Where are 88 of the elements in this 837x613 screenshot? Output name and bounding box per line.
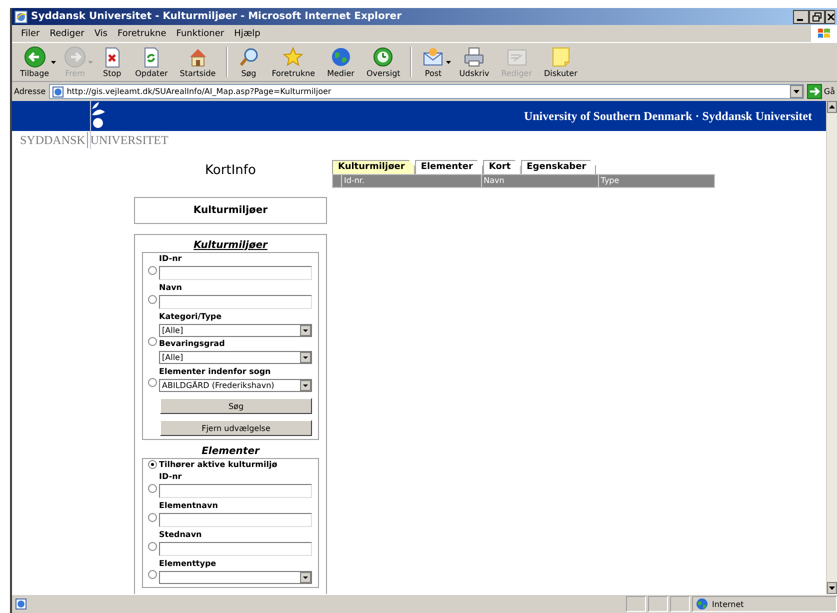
status-pane [670,596,690,612]
field-label: ID-nr [159,254,183,264]
note-icon [550,46,572,68]
radio-button[interactable] [148,266,157,274]
mail-icon [422,46,444,68]
minimize-icon[interactable] [793,10,809,24]
text-field[interactable] [159,266,312,280]
menu-item[interactable]: Foretrukne [112,28,172,38]
toolbar-button[interactable]: Oversigt [360,46,406,78]
field-label: Bevaringsgrad [159,339,226,349]
form-button[interactable]: Søg [160,398,312,414]
globe-icon [330,46,352,68]
menu-item[interactable]: Vis [89,28,112,38]
printer-icon [463,46,486,68]
text-field[interactable] [159,542,312,556]
radio-button[interactable] [148,294,157,304]
menu-item[interactable]: Hjælp [229,28,266,38]
toolbar-button[interactable]: Søg [232,46,266,78]
scroll-down-icon[interactable] [827,582,837,594]
windows-flag-icon [817,27,831,40]
text-field[interactable] [159,295,312,309]
column-header: Id-nr. [341,175,481,187]
star-icon [282,46,304,68]
column-header: Navn [480,175,598,187]
radio-button[interactable] [148,460,157,469]
menu-item[interactable]: Filer [16,28,45,38]
fieldset-legend: Elementer [142,445,319,458]
field-label: Navn [159,283,184,293]
radio-button[interactable] [148,542,157,550]
toolbar-button[interactable]: Udskriv [453,46,496,78]
leaf-logo-icon [91,102,105,128]
toolbar-button[interactable]: Startside [174,46,222,78]
option-label: Tilhører aktive kulturmiljø [159,460,278,469]
radio-button[interactable] [148,336,157,346]
toolbar-button[interactable]: Tilbage [14,46,56,78]
field-label: Kategori/Type [159,312,223,322]
address-label: Adresse [14,87,46,96]
logo-text: UNIVERSITET [90,134,168,146]
form-button[interactable]: Fjern udvælgelse [160,420,312,436]
globe-icon [696,598,708,610]
section-button[interactable]: Kulturmiljøer [134,197,327,224]
field-label: Stednavn [159,530,203,540]
dropdown-field[interactable] [159,571,312,584]
radio-button[interactable] [148,512,157,522]
scroll-up-icon[interactable] [827,101,837,113]
text-field[interactable] [159,484,312,498]
radio-button[interactable] [148,378,157,387]
search-icon [238,46,260,68]
tab[interactable]: Elementer [414,160,483,174]
toolbar-button[interactable]: Diskuter [538,46,584,78]
field-label: ID-nr [159,472,183,482]
page-icon [52,86,64,98]
toolbar-button[interactable]: Post [416,46,450,78]
status-zone: Internet [712,600,744,608]
browser-icon [14,10,28,24]
address-field[interactable]: http://gis.vejleamt.dk/SUArealInfo/AI_Map.asp?Page=Kulturmiljoer [48,84,804,99]
tab[interactable]: Egenskaber [520,160,596,174]
logo-text: SYDDANSK [20,134,86,146]
app-title: KortInfo [205,163,256,178]
toolbar-button[interactable]: Opdater [129,46,174,78]
radio-button[interactable] [148,484,157,492]
vertical-scrollbar[interactable] [826,101,837,594]
dropdown-arrow-icon[interactable] [446,60,452,64]
toolbar-button[interactable]: Foretrukne [266,46,322,78]
fieldset-legend: Kulturmiljøer [142,239,319,252]
page-icon [15,598,27,610]
field-label: Elementtype [159,559,218,569]
status-pane [626,596,646,612]
banner-title: University of Southern Denmark · Syddansk Universitet [524,108,812,124]
window-title: Syddansk Universitet - Kulturmiljøer - Microsoft Internet Explorer [31,11,402,22]
status-pane [648,596,668,612]
dropdown-arrow-icon[interactable] [51,60,56,64]
toolbar-button[interactable]: Stop [95,46,130,78]
field-label: Elementer indenfor sogn [159,367,272,377]
text-field[interactable] [159,513,312,527]
restore-icon[interactable] [809,10,825,24]
tab[interactable]: Kort [482,160,521,174]
menu-item[interactable]: Rediger [44,28,90,38]
radio-button[interactable] [148,570,157,579]
toolbar-button[interactable]: Medier [321,46,360,78]
tab[interactable]: Kulturmiljøer [332,160,415,174]
clock-icon [372,46,394,68]
dropdown-field[interactable]: [Alle] [159,351,312,364]
field-label: Elementnavn [159,501,219,511]
column-header: Type [598,175,714,187]
dropdown-field[interactable]: [Alle] [159,324,312,337]
menu-item[interactable]: Funktioner [171,28,230,38]
close-icon[interactable] [825,10,835,24]
